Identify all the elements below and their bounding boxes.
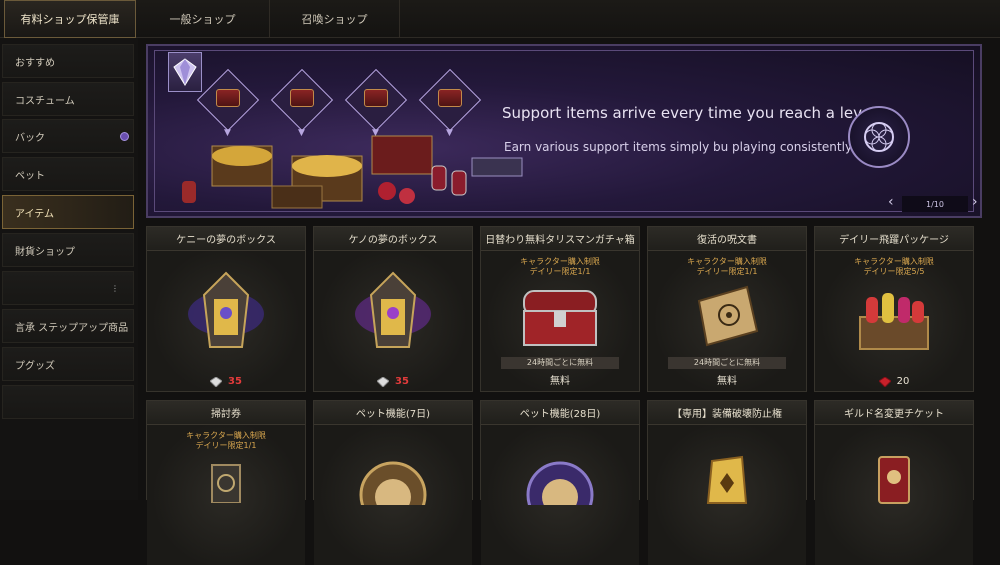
product-price: 無料 — [648, 372, 806, 387]
sidebar-item-label: 言承 ステップアップ商品 — [15, 322, 129, 334]
chest-icon — [438, 89, 462, 107]
product-card[interactable]: 復活の呪文書 キャラクター購入制限 デイリー限定1/1 24時間ごとに無料 無料 — [647, 226, 807, 392]
chevron-left-icon[interactable]: ‹ — [888, 194, 894, 210]
product-title: 掃討券 — [147, 401, 305, 425]
product-title: デイリー飛躍パッケージ — [815, 227, 973, 251]
product-card[interactable]: ギルド名変更チケット — [814, 400, 974, 565]
product-price: 無料 — [481, 372, 639, 387]
product-title: ペット機能(7日) — [314, 401, 472, 425]
promo-banner[interactable]: ▼ ▼ ▼ ▼ Support items arrive every time … — [146, 44, 982, 218]
purchase-limit: キャラクター購入制限 デイリー限定1/1 — [186, 431, 266, 450]
product-title: ペット機能(28日) — [481, 401, 639, 425]
price-value: 35 — [395, 376, 409, 387]
ticket-icon — [211, 464, 241, 503]
free-timer-label: 24時間ごとに無料 — [501, 357, 619, 369]
purple-lantern-icon — [355, 271, 431, 348]
banner-subtitle: Earn various support items simply bu pla… — [504, 140, 855, 154]
product-card[interactable]: ケニーの夢のボックス 35 — [146, 226, 306, 392]
price-value: 35 — [228, 376, 242, 387]
purchase-limit: キャラクター購入制限 デイリー限定1/1 — [520, 257, 600, 276]
chest-icon — [290, 89, 314, 107]
tab-general-shop[interactable]: 一般ショップ — [136, 0, 270, 38]
product-card[interactable]: ケノの夢のボックス 35 — [313, 226, 473, 392]
purchase-limit: キャラクター購入制限 デイリー限定1/1 — [687, 257, 767, 276]
sidebar-item-currency-shop[interactable]: 財貨ショップ — [2, 233, 134, 267]
free-timer-label: 24時間ごとに無料 — [668, 357, 786, 369]
sidebar-item-label: おすすめ — [15, 57, 55, 69]
product-card[interactable]: 日替わり無料タリスマンガチャ箱 キャラクター購入制限 デイリー限定1/1 24時間… — [480, 226, 640, 392]
scroll-icon — [697, 285, 759, 347]
product-card[interactable]: ペット機能(7日) — [313, 400, 473, 565]
sidebar-item-goods[interactable]: プグッズ — [2, 347, 134, 381]
page-indicator: 1/10 — [902, 196, 968, 212]
product-price: 35 — [147, 376, 305, 387]
sidebar-item-costume[interactable]: コスチューム — [2, 82, 134, 116]
product-price: 20 — [815, 376, 973, 387]
product-title: 復活の呪文書 — [648, 227, 806, 251]
product-title: ケノの夢のボックス — [314, 227, 472, 251]
sidebar-item-label: コスチューム — [15, 95, 75, 107]
potion-chest-icon — [859, 293, 929, 350]
price-value: 無料 — [550, 376, 570, 387]
sidebar-item-empty[interactable] — [2, 385, 134, 419]
chest-icon — [364, 89, 388, 107]
dot-icon: ⋮ — [111, 284, 119, 293]
product-title: 日替わり無料タリスマンガチャ箱 — [481, 227, 639, 251]
tab-paid-shop-storage[interactable]: 有料ショップ保管庫 — [4, 0, 136, 38]
product-card[interactable]: ペット機能(28日) — [480, 400, 640, 565]
product-card[interactable]: 【専用】装備破壊防止権 — [647, 400, 807, 565]
sidebar-item-blank[interactable]: ⋮ — [2, 271, 134, 305]
product-title: 【専用】装備破壊防止権 — [648, 401, 806, 425]
pet-medal-purple-icon — [526, 461, 594, 505]
crystal-icon — [377, 376, 390, 387]
product-title: ケニーの夢のボックス — [147, 227, 305, 251]
ruby-icon — [878, 376, 891, 387]
red-chest-icon — [523, 290, 597, 346]
purchase-limit: キャラクター購入制限 デイリー限定5/5 — [854, 257, 934, 276]
sidebar-item-pet[interactable]: ペット — [2, 157, 134, 191]
sidebar-item-items[interactable]: アイテム — [2, 195, 134, 229]
sidebar-item-label: バック — [15, 132, 45, 144]
product-price: 35 — [314, 376, 472, 387]
sidebar-item-back[interactable]: バック — [2, 119, 134, 153]
crystal-icon — [168, 52, 202, 92]
chevron-right-icon[interactable]: › — [972, 194, 978, 210]
product-card[interactable]: デイリー飛躍パッケージ キャラクター購入制限 デイリー限定5/5 20 — [814, 226, 974, 392]
treasure-pile-icon — [182, 135, 523, 209]
sidebar-item-label: ペット — [15, 170, 45, 182]
price-value: 20 — [896, 376, 910, 387]
product-title: ギルド名変更チケット — [815, 401, 973, 425]
chest-icon — [216, 89, 240, 107]
price-value: 無料 — [717, 376, 737, 387]
product-card[interactable]: 掃討券 キャラクター購入制限 デイリー限定1/1 — [146, 400, 306, 565]
emblem-icon — [848, 106, 910, 168]
sidebar-item-label: 財貨ショップ — [15, 246, 75, 258]
red-card-icon — [878, 456, 910, 504]
gold-scroll-icon — [706, 455, 748, 504]
banner-title: Support items arrive every time you reac… — [502, 104, 882, 122]
crystal-icon — [210, 376, 223, 387]
notification-badge — [120, 132, 129, 141]
tab-summon-shop[interactable]: 召喚ショップ — [270, 0, 400, 38]
sidebar-item-recommended[interactable]: おすすめ — [2, 44, 134, 78]
sidebar-item-step-up[interactable]: 言承 ステップアップ商品 — [2, 309, 134, 343]
sidebar-item-label: アイテム — [15, 208, 54, 220]
purple-lantern-icon — [188, 271, 264, 348]
sidebar: おすすめ コスチューム バック ペット アイテム 財貨ショップ ⋮ 言承 ステッ… — [0, 38, 138, 500]
pet-medal-icon — [359, 461, 427, 505]
top-tab-bar: 有料ショップ保管庫 一般ショップ 召喚ショップ — [0, 0, 1000, 38]
sidebar-item-label: プグッズ — [15, 360, 55, 372]
